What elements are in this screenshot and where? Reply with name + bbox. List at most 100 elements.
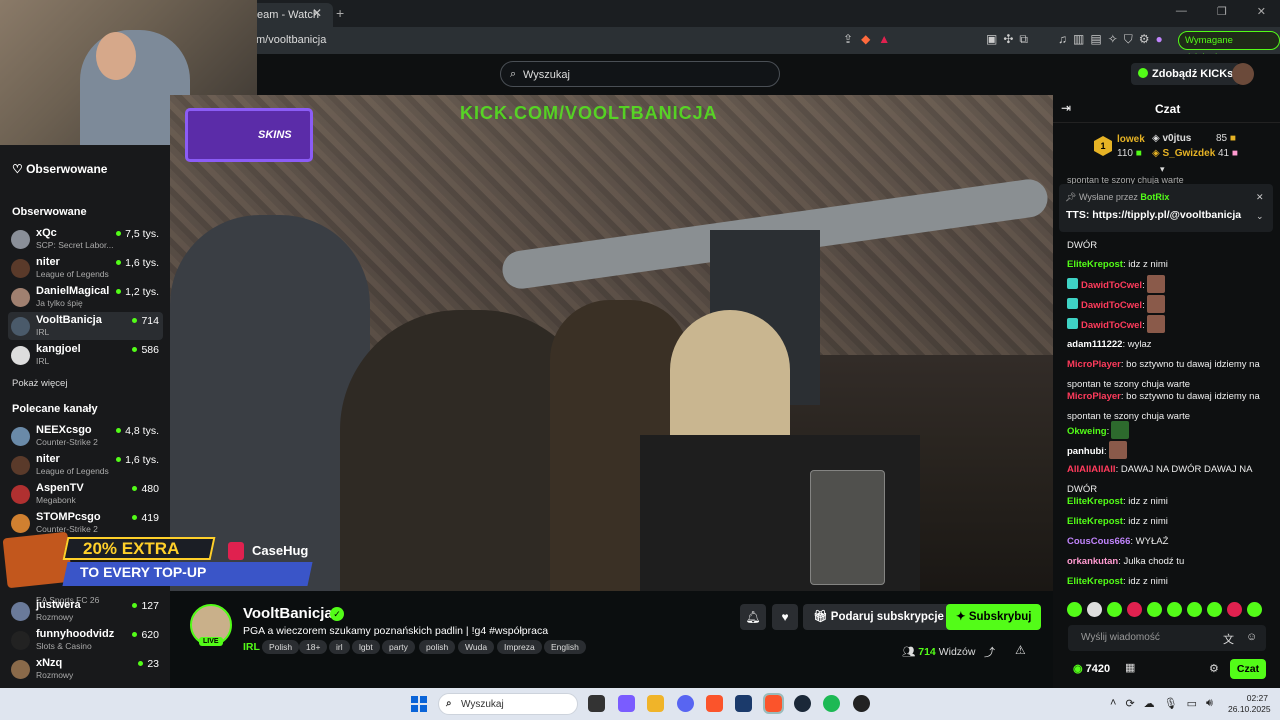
wallet-icon[interactable]: ▤ <box>1090 32 1101 47</box>
sidebar-icon[interactable]: ▥ <box>1073 32 1084 47</box>
chevron-down-icon[interactable]: ⌄ <box>1256 211 1264 222</box>
brave-shield-icon[interactable]: ◆ <box>861 32 870 46</box>
stream-category-link[interactable]: IRL <box>243 641 260 653</box>
emote-icon[interactable] <box>1187 602 1202 617</box>
leader-2-name[interactable]: ◈ v0jtus <box>1152 133 1191 144</box>
brave-active-icon[interactable] <box>763 693 784 714</box>
tag-chip[interactable]: Polish <box>262 640 300 654</box>
emoji-icon[interactable]: ☺ <box>1246 631 1257 643</box>
get-kicks-button[interactable]: Zdobądź KICKs <box>1131 63 1241 85</box>
clock[interactable]: 02:27 26.10.2025 <box>1228 693 1271 715</box>
minimize-button[interactable]: — <box>1176 5 1187 18</box>
leader-3-name[interactable]: ◈ S_Gwizdek <box>1152 148 1215 159</box>
profile-icon[interactable]: ● <box>1156 32 1163 47</box>
discord-icon[interactable] <box>677 695 694 712</box>
maximize-button[interactable]: ❐ <box>1217 5 1227 18</box>
gift-subscription-button[interactable]: 🎁︎ Podaruj subskrypcje <box>803 604 954 630</box>
chat-username[interactable]: AlIAlIAlIAlI <box>1067 464 1116 475</box>
puzzle-icon[interactable]: ✣ <box>1003 32 1013 47</box>
emote-icon[interactable] <box>1227 602 1242 617</box>
settings-icon[interactable]: ⚙ <box>1139 32 1150 47</box>
sidebar-item-funnyhoodvidz[interactable]: funnyhoodvidz Slots & Casino 620 <box>8 626 163 654</box>
tag-chip[interactable]: irl <box>329 640 350 654</box>
file-explorer-icon[interactable] <box>647 695 664 712</box>
search-input[interactable]: ⌕ Wyszukaj <box>500 61 780 87</box>
tag-chip[interactable]: party <box>382 640 415 654</box>
sidebar-item-aspentv[interactable]: AspenTV Megabonk 480 <box>8 480 163 508</box>
cloud-icon[interactable]: ☁ <box>1144 697 1155 710</box>
show-more-link[interactable]: Pokaż więcej <box>12 378 67 389</box>
microphone-icon[interactable]: 🎙︎ <box>1164 697 1178 710</box>
chat-username[interactable]: DawidToCwel <box>1081 300 1142 311</box>
copilot-icon[interactable] <box>618 695 635 712</box>
chat-username[interactable]: orkankutan <box>1067 556 1118 567</box>
store-app-icon[interactable] <box>735 695 752 712</box>
tag-chip[interactable]: 18+ <box>299 640 328 654</box>
leo-icon[interactable]: ✧ <box>1108 32 1118 47</box>
volume-icon[interactable]: 🔊︎ <box>1206 697 1213 710</box>
sidebar-item-vooltbanicja[interactable]: VooltBanicja IRL 714 <box>8 312 163 340</box>
tag-chip[interactable]: lgbt <box>352 640 380 654</box>
send-chat-button[interactable]: Czat <box>1230 659 1266 679</box>
chat-username[interactable]: DawidToCwel <box>1081 320 1142 331</box>
collapse-chat-icon[interactable]: ⇥ <box>1061 101 1071 115</box>
notifications-bell-button[interactable]: 🔔︎ <box>740 604 766 630</box>
unpin-icon[interactable]: ✕ <box>1256 192 1264 203</box>
chat-username[interactable]: MicroPlayer <box>1067 359 1121 370</box>
chat-username[interactable]: panhubi <box>1067 446 1104 457</box>
action-required-button[interactable]: Wymagane działanie <box>1178 31 1280 63</box>
sync-icon[interactable]: ⟳ <box>1125 697 1134 710</box>
spotify-icon[interactable] <box>823 695 840 712</box>
chat-username[interactable]: EliteKrepost <box>1067 496 1123 507</box>
brave-rewards-icon[interactable]: ▲ <box>878 32 890 46</box>
chat-username[interactable]: EliteKrepost <box>1067 516 1123 527</box>
sidebar-item-xqc[interactable]: xQc SCP: Secret Labor... 7,5 tys. <box>8 225 163 253</box>
emote-icon[interactable] <box>1067 602 1082 617</box>
screenshot-icon[interactable]: ⧉ <box>1019 32 1028 47</box>
sidebar-item-neexcsgo[interactable]: NEEXcsgo Counter-Strike 2 4,8 tys. <box>8 422 163 450</box>
translate-icon[interactable]: 文 <box>1223 631 1234 647</box>
share-icon[interactable]: ⤴ <box>984 644 995 660</box>
sidebar-item-niter[interactable]: niter League of Legends 1,6 tys. <box>8 254 163 282</box>
emote-icon[interactable] <box>1207 602 1222 617</box>
pinned-message-text[interactable]: TTS: https://tipply.pl/@vooltbanicja <box>1066 209 1241 221</box>
emote-icon[interactable] <box>1247 602 1262 617</box>
windows-start-icon[interactable] <box>411 696 427 712</box>
user-avatar[interactable] <box>1232 63 1254 85</box>
close-tab-icon[interactable]: ✕ <box>312 6 322 20</box>
network-icon[interactable]: ▭ <box>1187 697 1197 710</box>
chat-username[interactable]: DawidToCwel <box>1081 280 1142 291</box>
tag-chip[interactable]: English <box>544 640 586 654</box>
sidebar-item-kangjoel[interactable]: kangjoel IRL 586 <box>8 341 163 369</box>
chat-username[interactable]: EliteKrepost <box>1067 259 1123 270</box>
store-icon[interactable]: ▦ <box>1125 661 1135 674</box>
emote-icon[interactable] <box>1127 602 1142 617</box>
follow-heart-button[interactable]: ♥ <box>772 604 798 630</box>
chevron-up-icon[interactable]: ˄ <box>1110 697 1116 710</box>
chat-settings-icon[interactable]: ⚙ <box>1209 662 1219 675</box>
sidebar-item-xnzq[interactable]: xNzq Rozmowy 23 <box>8 655 163 683</box>
obs-icon[interactable] <box>853 695 870 712</box>
tag-chip[interactable]: polish <box>419 640 456 654</box>
steam-icon[interactable] <box>794 695 811 712</box>
video-player[interactable]: KICK.COM/VOOLTBANICJA SKINS <box>170 95 1053 591</box>
share-icon[interactable]: ⇪ <box>843 32 853 46</box>
new-tab-button[interactable]: + <box>336 5 344 21</box>
chat-username[interactable]: adam111222 <box>1067 339 1122 350</box>
chat-message-input[interactable]: Wyślij wiadomość 文 ☺ <box>1068 625 1266 651</box>
emote-icon[interactable] <box>1087 602 1102 617</box>
sidebar-item-danielmagical[interactable]: DanielMagical Ja tylko śpię 1,2 tys. <box>8 283 163 311</box>
close-window-button[interactable]: ✕ <box>1257 5 1266 18</box>
sidebar-item-justwera[interactable]: justwera Rozmowy 127 <box>8 597 163 625</box>
sidebar-following-nav[interactable]: ♡ Obserwowane <box>12 162 107 176</box>
url-text[interactable]: m/vooltbanicja <box>256 34 326 46</box>
channel-points[interactable]: ◉ 7420 <box>1073 662 1110 675</box>
sidebar-item-niter-rec[interactable]: niter League of Legends 1,6 tys. <box>8 451 163 479</box>
task-view-icon[interactable] <box>588 695 605 712</box>
chat-username[interactable]: Okweing <box>1067 426 1107 437</box>
music-icon[interactable]: ♫ <box>1058 32 1067 47</box>
channel-name[interactable]: VooltBanicja <box>243 605 333 622</box>
emote-icon[interactable] <box>1147 602 1162 617</box>
emote-icon[interactable] <box>1167 602 1182 617</box>
tag-chip[interactable]: Wuda <box>458 640 495 654</box>
